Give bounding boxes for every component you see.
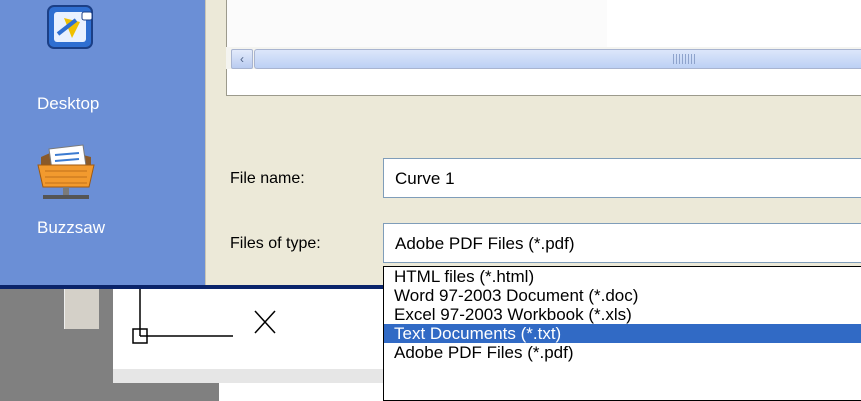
file-list-area bbox=[227, 0, 607, 48]
dropdown-option[interactable]: HTML files (*.html) bbox=[384, 267, 861, 286]
dropdown-option[interactable]: Adobe PDF Files (*.pdf) bbox=[384, 343, 861, 362]
file-name-label: File name: bbox=[230, 170, 305, 187]
scroll-grip-icon bbox=[673, 54, 697, 64]
dropdown-option-selected[interactable]: Text Documents (*.txt) bbox=[384, 324, 861, 343]
file-type-dropdown-list: HTML files (*.html) Word 97-2003 Documen… bbox=[383, 266, 861, 401]
horizontal-scrollbar[interactable]: ‹ bbox=[226, 47, 861, 69]
drawing-frame bbox=[64, 289, 99, 329]
dropdown-option[interactable]: Excel 97-2003 Workbook (*.xls) bbox=[384, 305, 861, 324]
dropdown-option[interactable]: Word 97-2003 Document (*.doc) bbox=[384, 286, 861, 305]
drawing-canvas[interactable] bbox=[113, 289, 383, 369]
places-item-buzzsaw[interactable]: Buzzsaw bbox=[0, 130, 205, 280]
places-item-desktop[interactable]: Desktop bbox=[0, 0, 205, 130]
scroll-left-button[interactable]: ‹ bbox=[231, 49, 253, 69]
file-type-select[interactable]: Adobe PDF Files (*.pdf) bbox=[383, 223, 861, 263]
desktop-icon bbox=[47, 5, 93, 49]
file-name-field[interactable]: Curve 1 bbox=[383, 158, 861, 198]
places-bar: Desktop Buzzsaw bbox=[0, 0, 206, 285]
file-type-label: Files of type: bbox=[230, 235, 321, 252]
drawing-status-strip bbox=[113, 369, 383, 383]
drawing-tab-area bbox=[219, 383, 383, 401]
scroll-thumb[interactable] bbox=[254, 49, 861, 69]
ucs-icon bbox=[132, 289, 276, 344]
places-item-label: Buzzsaw bbox=[37, 218, 106, 237]
chevron-left-icon: ‹ bbox=[240, 52, 244, 66]
places-item-label: Desktop bbox=[37, 94, 100, 113]
buzzsaw-icon bbox=[37, 144, 95, 199]
